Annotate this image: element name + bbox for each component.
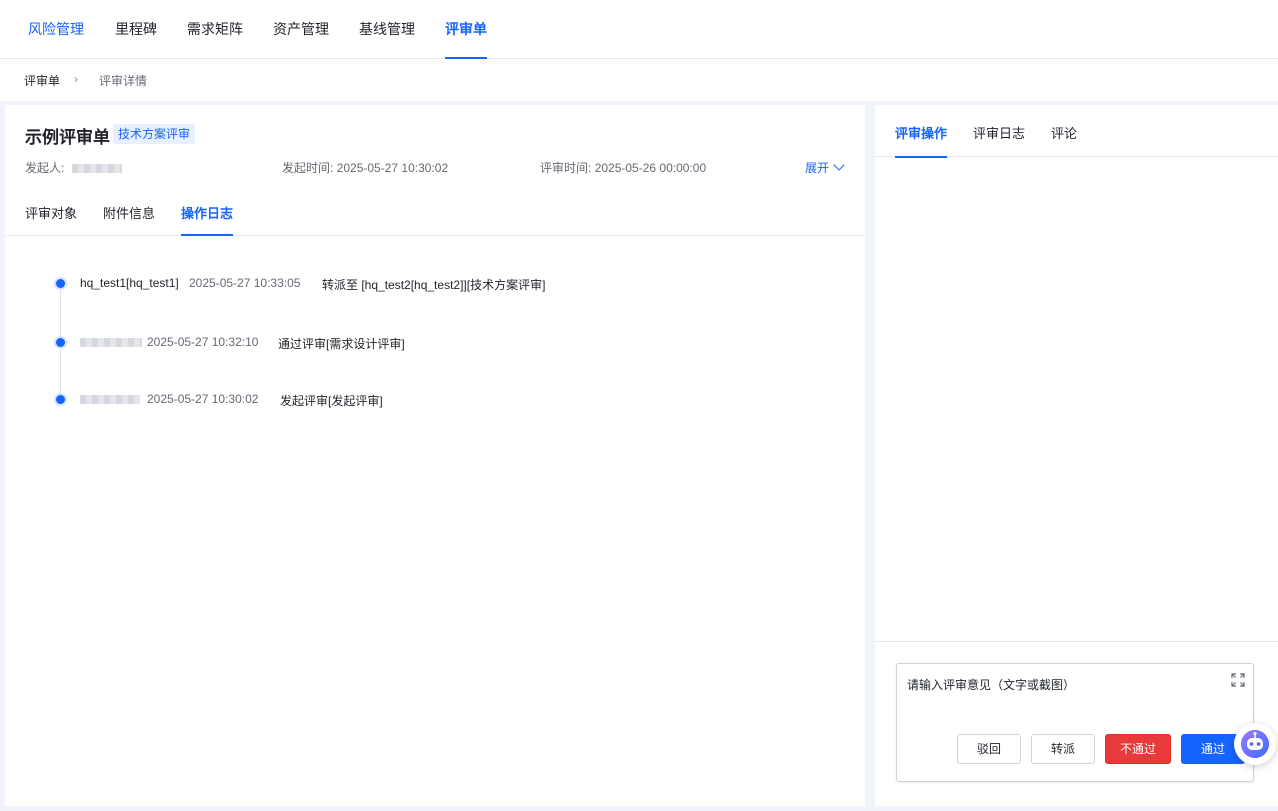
initiator-label: 发起人: [25,161,65,175]
log-time: 2025-05-27 10:33:05 [189,276,301,290]
tab-review-log[interactable]: 评审日志 [973,123,1025,157]
log-operator-redacted [80,335,142,349]
timeline-dot-icon [56,279,65,288]
log-time: 2025-05-27 10:30:02 [147,392,259,406]
assistant-button[interactable] [1234,723,1276,765]
robot-icon [1241,730,1269,758]
review-time-meta: 评审时间: 2025-05-26 00:00:00 [540,159,706,176]
initiator-meta: 发起人: [25,159,122,176]
start-time-label: 发起时间: [282,161,334,175]
review-action-panel: 评审操作 评审日志 评论 请输入评审意见（文字或截图） 驳回 转派 不通过 通过 [875,105,1278,806]
log-operator: hq_test1[hq_test1] [80,276,179,290]
expand-label: 展开 [805,161,830,175]
breadcrumb-root[interactable]: 评审单 [24,72,60,89]
chevron-down-icon [833,159,845,171]
log-action: 发起评审[发起评审] [280,394,383,408]
nav-item-milestone[interactable]: 里程碑 [115,0,157,59]
nav-item-risk[interactable]: 风险管理 [28,0,84,59]
log-operator-redacted [80,392,140,406]
expand-icon[interactable] [1231,673,1245,687]
detail-tabs: 评审对象 附件信息 操作日志 [5,193,865,236]
fail-button[interactable]: 不通过 [1105,734,1171,764]
top-nav: 风险管理 里程碑 需求矩阵 资产管理 基线管理 评审单 [0,0,1278,59]
tab-comments[interactable]: 评论 [1051,123,1077,157]
breadcrumb-current: 评审详情 [99,74,148,88]
tab-attachments[interactable]: 附件信息 [103,203,155,235]
breadcrumb-separator-icon: › [74,72,78,86]
timeline-dot-icon [56,338,65,347]
log-action: 转派至 [hq_test2[hq_test2]][技术方案评审] [322,278,546,292]
review-time-label: 评审时间: [540,161,592,175]
log-action: 通过评审[需求设计评审] [278,337,405,351]
nav-item-baseline[interactable]: 基线管理 [359,0,415,59]
initiator-name-redacted [71,164,122,174]
review-type-tag: 技术方案评审 [113,124,196,144]
reject-button[interactable]: 驳回 [957,734,1021,764]
expand-button[interactable]: 展开 [805,159,845,176]
timeline-dot-icon [56,395,65,404]
comment-input[interactable]: 请输入评审意见（文字或截图） [907,676,1075,693]
start-time-value: 2025-05-27 10:30:02 [336,161,449,175]
nav-item-assets[interactable]: 资产管理 [273,0,329,59]
action-tabs: 评审操作 评审日志 评论 [875,105,1278,158]
review-detail-panel: 示例评审单 技术方案评审 发起人: 发起时间: 2025-05-27 10:30… [5,105,865,806]
nav-item-review[interactable]: 评审单 [445,0,487,59]
breadcrumb: 评审单 › 评审详情 [0,59,1278,101]
start-time-meta: 发起时间: 2025-05-27 10:30:02 [282,159,448,176]
page-title: 示例评审单 [25,128,110,147]
log-time: 2025-05-27 10:32:10 [147,335,259,349]
transfer-button[interactable]: 转派 [1031,734,1095,764]
nav-item-requirement-matrix[interactable]: 需求矩阵 [187,0,243,59]
tab-operation-log[interactable]: 操作日志 [181,203,234,236]
divider [875,641,1278,642]
tab-review-objects[interactable]: 评审对象 [25,203,77,235]
tab-review-actions[interactable]: 评审操作 [895,123,948,158]
review-time-value: 2025-05-26 00:00:00 [594,161,707,175]
review-comment-editor[interactable]: 请输入评审意见（文字或截图） 驳回 转派 不通过 通过 [896,663,1254,782]
